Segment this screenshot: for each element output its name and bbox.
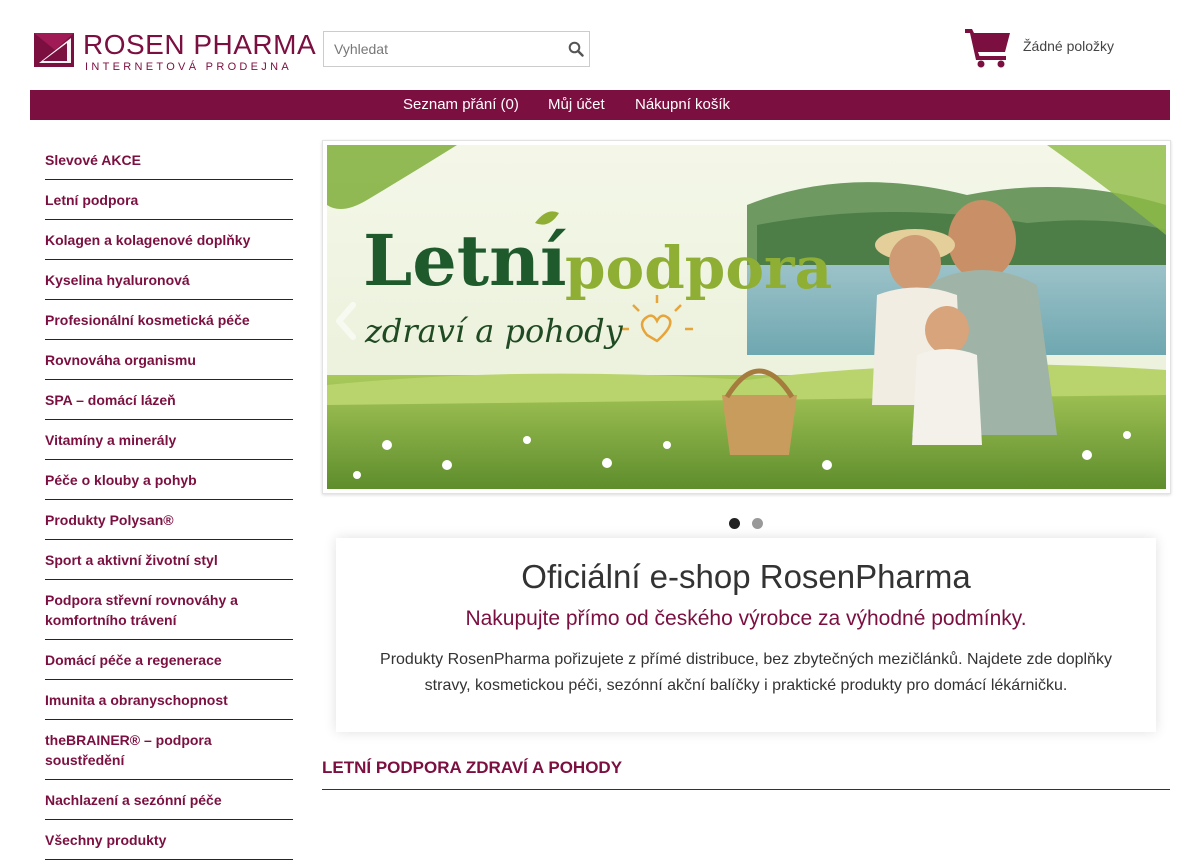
sidebar-item-letni-podpora[interactable]: Letní podpora [45, 180, 293, 220]
logo-mark-icon [34, 33, 74, 67]
intro-box: Oficiální e-shop RosenPharma Nakupujte p… [336, 538, 1156, 732]
search-input[interactable] [324, 32, 560, 66]
logo-tagline: INTERNETOVÁ PRODEJNA [85, 61, 292, 73]
nav-my-account[interactable]: Můj účet [548, 96, 605, 113]
sidebar-item-kolagen[interactable]: Kolagen a kolagenové doplňky [45, 220, 293, 260]
sidebar-item-kosmeticka-pece[interactable]: Profesionální kosmetická péče [45, 300, 293, 340]
chevron-left-icon[interactable] [333, 301, 359, 341]
sidebar-item-klouby[interactable]: Péče o klouby a pohyb [45, 460, 293, 500]
sidebar-item-travení[interactable]: Podpora střevní rovnováhy a komfortního … [45, 580, 293, 640]
sidebar-item-vsechny-produkty[interactable]: Všechny produkty [45, 820, 293, 860]
intro-subtitle: Nakupujte přímo od českého výrobce za vý… [465, 607, 1027, 630]
sidebar-item-spa[interactable]: SPA – domácí lázeň [45, 380, 293, 420]
sidebar-item-rovnovaha[interactable]: Rovnováha organismu [45, 340, 293, 380]
section-divider [322, 789, 1170, 790]
hero-banner[interactable]: Letní podpora zdraví a pohody [327, 145, 1166, 489]
sidebar-item-slevove-akce[interactable]: Slevové AKCE [45, 140, 293, 180]
sidebar-item-kyselina-hyaluronova[interactable]: Kyselina hyaluronová [45, 260, 293, 300]
intro-title: Oficiální e-shop RosenPharma [521, 558, 971, 595]
logo[interactable]: ROSEN PHARMA INTERNETOVÁ PRODEJNA [33, 30, 316, 74]
banner-title-line2: podpora [565, 234, 833, 302]
section-title: LETNÍ PODPORA ZDRAVÍ A POHODY [322, 758, 623, 777]
sidebar-item-vitaminy[interactable]: Vitamíny a minerály [45, 420, 293, 460]
hero-slider: Letní podpora zdraví a pohody [322, 140, 1171, 494]
category-sidebar: Slevové AKCE Letní podpora Kolagen a kol… [45, 140, 293, 860]
nav-wishlist[interactable]: Seznam přání (0) [403, 96, 519, 113]
logo-name: ROSEN PHARMA [83, 29, 317, 60]
intro-text: Produkty RosenPharma pořizujete z přímé … [380, 651, 1112, 694]
banner-title-line3: zdraví a pohody [365, 312, 623, 350]
sidebar-item-imunita[interactable]: Imunita a obranyschopnost [45, 680, 293, 720]
search-icon[interactable] [568, 41, 584, 57]
slider-dot-1[interactable] [729, 518, 740, 529]
banner-title-line1: Letní [363, 219, 567, 302]
search-box [323, 31, 590, 67]
sidebar-item-nachlazeni[interactable]: Nachlazení a sezónní péče [45, 780, 293, 820]
sidebar-item-polysan[interactable]: Produkty Polysan® [45, 500, 293, 540]
nav-cart[interactable]: Nákupní košík [635, 96, 730, 113]
slider-dot-2[interactable] [752, 518, 763, 529]
sidebar-item-domaci-pece[interactable]: Domácí péče a regenerace [45, 640, 293, 680]
cart-status[interactable]: Žádné položky [1023, 38, 1114, 54]
shopping-cart-icon[interactable] [964, 26, 1012, 68]
sidebar-item-sport[interactable]: Sport a aktivní životní styl [45, 540, 293, 580]
sidebar-item-thebrainer[interactable]: theBRAINER® – podpora soustředění [45, 720, 293, 780]
main-navbar: Seznam přání (0) Můj účet Nákupní košík [30, 90, 1170, 120]
